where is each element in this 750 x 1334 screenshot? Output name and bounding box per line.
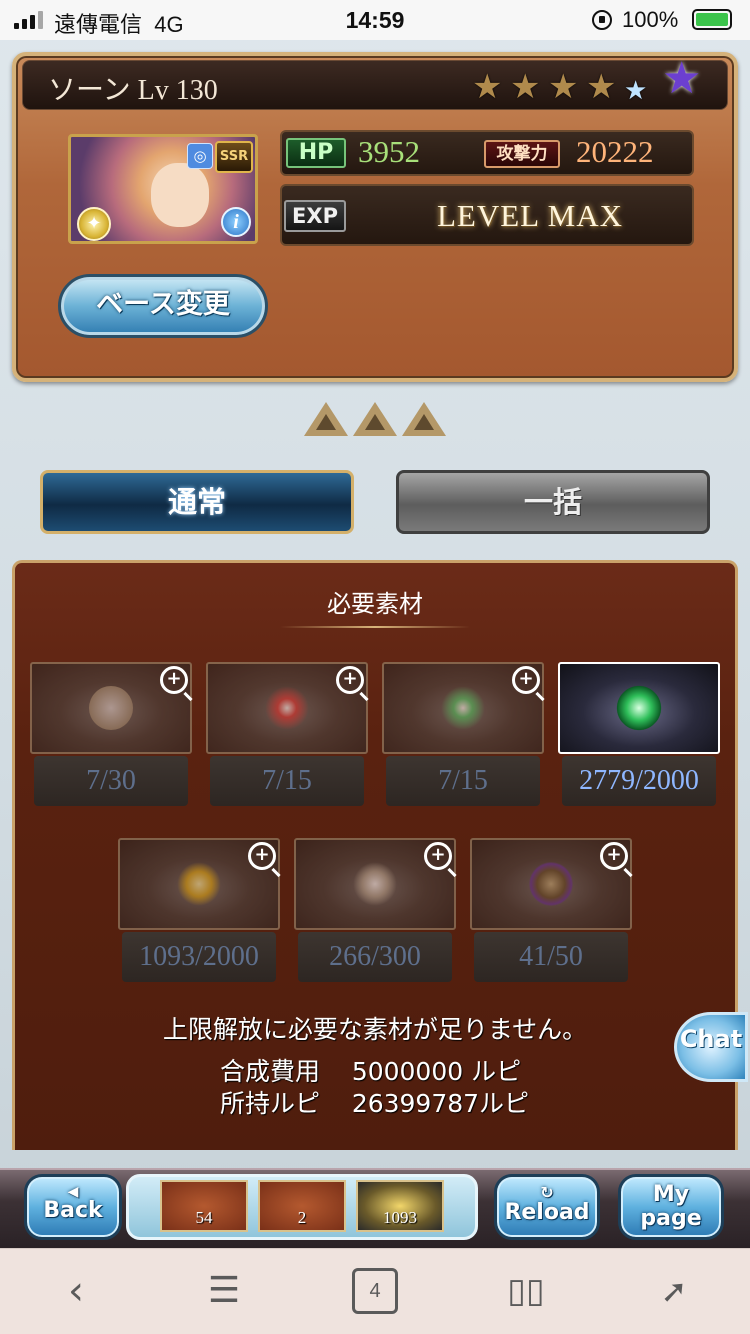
reload-button[interactable]: ↻ Reload xyxy=(494,1174,600,1240)
info-icon[interactable]: i xyxy=(221,207,251,237)
zoom-icon[interactable]: + xyxy=(248,842,276,870)
tab-bulk[interactable]: 一括 xyxy=(396,470,710,534)
light-element-icon: ✦ xyxy=(77,207,111,241)
star-filled-icon: ★ xyxy=(548,67,579,107)
zoom-icon[interactable]: + xyxy=(160,666,188,694)
material-count: 41/50 xyxy=(474,932,628,982)
bookmarks-book-icon[interactable]: ▯▯ xyxy=(496,1266,556,1316)
character-portrait[interactable]: ◎ SSR ✦ i xyxy=(68,134,258,244)
character-face xyxy=(151,163,209,227)
mypage-button[interactable]: My page xyxy=(618,1174,724,1240)
tray-item[interactable]: 2 xyxy=(258,1180,346,1232)
uncap-triangle-icon xyxy=(353,402,397,436)
tray-item-count: 2 xyxy=(297,1208,307,1227)
base-change-button[interactable]: ベース変更 xyxy=(58,274,268,338)
battery-percent: 100% xyxy=(622,7,679,32)
back-button[interactable]: ◀ Back xyxy=(24,1174,122,1240)
zoom-icon[interactable]: + xyxy=(336,666,364,694)
cost-value: 5000000 ルピ xyxy=(351,1057,522,1086)
hp-label: HP xyxy=(286,138,346,168)
back-label: Back xyxy=(43,1198,103,1223)
atk-label: 攻撃力 xyxy=(484,140,560,168)
tray-item-count: 1093 xyxy=(383,1208,417,1227)
reload-icon: ↻ xyxy=(540,1183,554,1202)
back-arrow-icon: ◀ xyxy=(67,1184,79,1200)
tray-item-count: 54 xyxy=(195,1208,213,1227)
uncap-triangle-icon xyxy=(402,402,446,436)
tray-item[interactable]: 54 xyxy=(160,1180,248,1232)
star-filled-icon: ★ xyxy=(586,67,617,107)
star-blue-icon: ★ xyxy=(624,76,648,106)
tray-item[interactable]: 1093 xyxy=(356,1180,444,1232)
zoom-icon[interactable]: + xyxy=(512,666,540,694)
exp-label: EXP xyxy=(284,200,346,232)
insufficient-notice: 上限解放に必要な素材が足りません。 xyxy=(162,1015,588,1044)
material-count: 1093/2000 xyxy=(122,932,276,982)
menu-icon[interactable]: ☰ xyxy=(194,1266,254,1316)
materials-title: 必要素材 xyxy=(327,590,423,618)
zoom-icon[interactable]: + xyxy=(424,842,452,870)
uncap-triangle-icon xyxy=(304,402,348,436)
owned-row: 所持ルピ 26399787ルピ xyxy=(220,1084,529,1120)
zoom-icon[interactable]: + xyxy=(600,842,628,870)
ornament-divider xyxy=(280,626,470,628)
rocket-icon[interactable]: ➚ xyxy=(644,1266,704,1316)
tab-normal[interactable]: 通常 xyxy=(40,470,354,534)
material-count: 7/15 xyxy=(386,756,540,806)
level-label: Lv xyxy=(137,75,169,106)
star-filled-icon: ★ xyxy=(510,67,541,107)
mypage-label-line2: page xyxy=(640,1206,702,1231)
atk-value: 20222 xyxy=(576,134,654,169)
status-bar: 遠傳電信 4G 14:59 100% xyxy=(0,0,750,40)
owned-label: 所持ルピ xyxy=(220,1089,321,1118)
material-count: 2779/2000 xyxy=(562,756,716,806)
chat-button[interactable]: Chat xyxy=(674,1012,748,1082)
back-chevron-icon[interactable]: ‹ xyxy=(46,1266,106,1316)
owned-value: 26399787ルピ xyxy=(351,1089,530,1118)
cost-label: 合成費用 xyxy=(220,1057,321,1086)
reload-label: Reload xyxy=(504,1200,590,1225)
star-purple-icon: ★ xyxy=(662,53,702,104)
material-count: 7/15 xyxy=(210,756,364,806)
level-max-text: LEVEL MAX xyxy=(436,198,624,233)
material-count: 266/300 xyxy=(298,932,452,982)
material-count: 7/30 xyxy=(34,756,188,806)
cost-row: 合成費用 5000000 ルピ xyxy=(220,1052,521,1088)
battery-icon xyxy=(692,9,732,30)
character-name: ソーン Lv 130 xyxy=(48,75,218,106)
tabs-count-icon[interactable]: 4 xyxy=(352,1268,398,1314)
green-crystal-icon xyxy=(558,662,720,754)
rarity-badge: SSR xyxy=(215,141,253,173)
mypage-label-line1: My xyxy=(652,1182,690,1207)
orientation-lock-icon xyxy=(592,10,612,30)
ring-icon: ◎ xyxy=(187,143,213,169)
level-value: 130 xyxy=(175,75,218,106)
star-filled-icon: ★ xyxy=(472,67,503,107)
hp-value: 3952 xyxy=(358,134,420,169)
